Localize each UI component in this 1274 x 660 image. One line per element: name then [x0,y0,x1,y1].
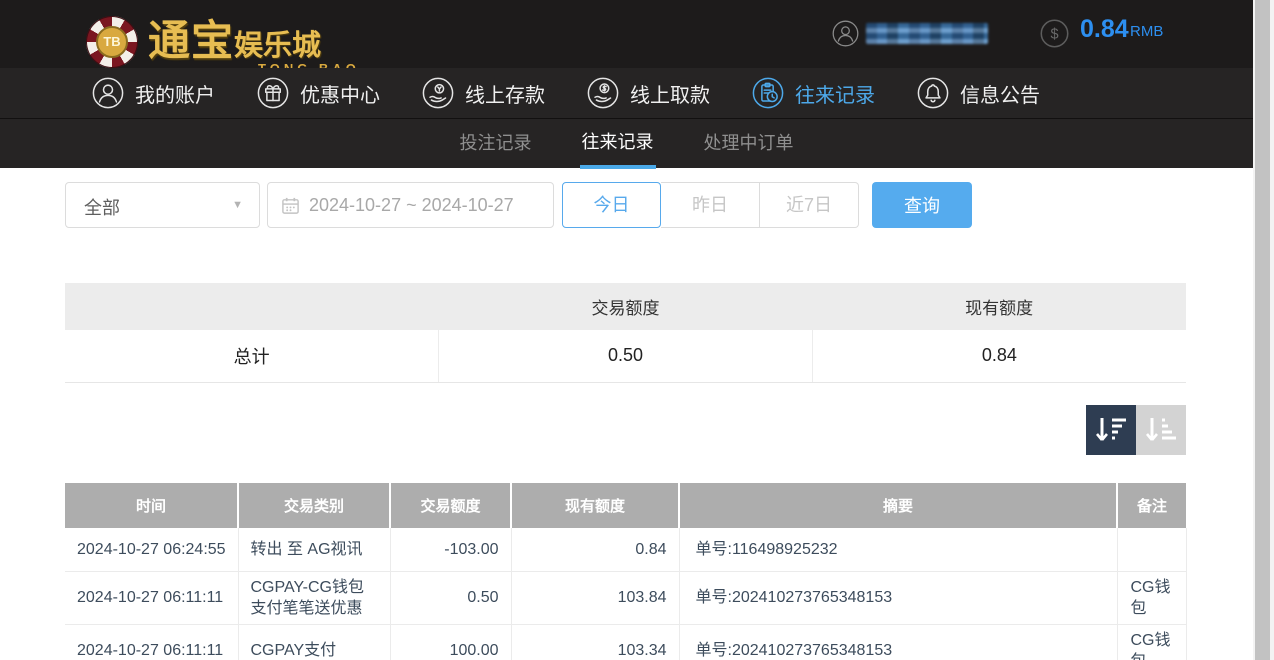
casino-chip-icon: TB [86,16,138,68]
records-icon [752,77,784,109]
chip-label: TB [96,26,128,58]
user-icon [92,77,124,109]
page: TB 通宝 娱乐城 TONG BAO $ 0.84 RMB [0,0,1274,660]
tab-transaction-records[interactable]: 往来记录 [580,119,656,169]
gift-icon [257,77,289,109]
cell-amount: -103.00 [390,528,511,571]
cell-time: 2024-10-27 06:11:11 [65,571,238,624]
nav-item-deposit[interactable]: 线上存款 [422,77,545,109]
summary-total-amount: 0.50 [439,330,813,382]
cell-balance: 103.84 [511,571,679,624]
logo-title-rest: 娱乐城 [234,22,321,64]
scrollbar-thumb[interactable] [1255,0,1270,660]
type-select[interactable]: 全部 ▼ [65,182,260,228]
balance-amount: 0.84 [1080,15,1129,44]
sort-ascending-icon [1136,405,1186,455]
summary-header-row: 交易额度 现有额度 [65,283,1186,330]
withdraw-icon [587,77,619,109]
top-header: TB 通宝 娱乐城 TONG BAO $ 0.84 RMB [0,0,1253,68]
bell-icon [917,77,949,109]
records-header-row: 时间 交易类别 交易额度 现有额度 摘要 备注 [65,483,1186,528]
col-header-balance: 现有额度 [511,483,679,528]
cell-note: CG钱包 [1117,571,1186,624]
cell-summary: 单号:116498925232 [679,528,1117,571]
cell-amount: 100.00 [390,624,511,660]
table-row: 2024-10-27 06:11:11 CGPAY-CG钱包支付笔笔送优惠 0.… [65,571,1186,624]
col-header-amount: 交易额度 [390,483,511,528]
sort-descending-icon [1086,405,1136,455]
sort-ascending-button[interactable] [1136,405,1186,455]
cell-type: CGPAY-CG钱包支付笔笔送优惠 [238,571,390,624]
dollar-icon: $ [1040,19,1069,53]
nav-item-transactions[interactable]: 往来记录 [752,77,875,109]
sort-descending-button[interactable] [1086,405,1136,455]
site-logo[interactable]: TB 通宝 娱乐城 TONG BAO [86,7,360,76]
chevron-down-icon: ▼ [232,199,243,211]
col-header-time: 时间 [65,483,238,528]
logo-title-main: 通宝 [148,7,234,68]
calendar-icon [281,196,300,215]
record-tabs: 投注记录 往来记录 处理中订单 [0,118,1253,168]
main-nav: 我的账户 优惠中心 线上存款 [0,68,1253,118]
cell-type: 转出 至 AG视讯 [238,528,390,571]
cell-time: 2024-10-27 06:11:11 [65,624,238,660]
account-user-icon [832,20,859,52]
cell-time: 2024-10-27 06:24:55 [65,528,238,571]
summary-header-empty [65,283,439,330]
summary-total-label: 总计 [65,330,439,382]
cell-summary: 单号:202410273765348153 [679,624,1117,660]
summary-table: 交易额度 现有额度 总计 0.50 0.84 [65,283,1186,383]
table-row: 2024-10-27 06:11:11 CGPAY支付 100.00 103.3… [65,624,1186,660]
tab-pending-orders[interactable]: 处理中订单 [702,119,796,169]
balance-currency: RMB [1130,23,1163,40]
tab-betting-records[interactable]: 投注记录 [458,119,534,169]
last7days-button[interactable]: 近7日 [760,182,859,228]
records-table: 时间 交易类别 交易额度 现有额度 摘要 备注 2024-10-27 06:24… [65,483,1187,660]
cell-balance: 103.34 [511,624,679,660]
scrollbar-track [1253,0,1274,660]
nav-item-withdraw[interactable]: 线上取款 [587,77,710,109]
summary-header-amount: 交易额度 [439,283,813,330]
cell-note: CG钱包 [1117,624,1186,660]
deposit-icon [422,77,454,109]
nav-item-promotions[interactable]: 优惠中心 [257,77,380,109]
date-range-input[interactable]: 2024-10-27 ~ 2024-10-27 [267,182,554,228]
search-button[interactable]: 查询 [872,182,972,228]
col-header-summary: 摘要 [679,483,1117,528]
cell-summary: 单号:202410273765348153 [679,571,1117,624]
cell-amount: 0.50 [390,571,511,624]
yesterday-button[interactable]: 昨日 [661,182,760,228]
cell-type: CGPAY支付 [238,624,390,660]
cell-balance: 0.84 [511,528,679,571]
nav-item-my-account[interactable]: 我的账户 [92,77,215,109]
col-header-type: 交易类别 [238,483,390,528]
summary-total-row: 总计 0.50 0.84 [65,330,1186,382]
cell-note [1117,528,1186,571]
summary-total-balance: 0.84 [812,330,1186,382]
today-button[interactable]: 今日 [562,182,661,228]
table-row: 2024-10-27 06:24:55 转出 至 AG视讯 -103.00 0.… [65,528,1186,571]
nav-item-announcements[interactable]: 信息公告 [917,77,1040,109]
type-select-value: 全部 [84,194,120,220]
date-range-value: 2024-10-27 ~ 2024-10-27 [309,195,514,216]
svg-text:$: $ [1050,27,1058,43]
col-header-note: 备注 [1117,483,1186,528]
summary-header-balance: 现有额度 [812,283,1186,330]
sort-controls [1086,405,1186,455]
quick-date-buttons: 今日 昨日 近7日 [562,182,859,228]
username-redacted [866,23,988,44]
